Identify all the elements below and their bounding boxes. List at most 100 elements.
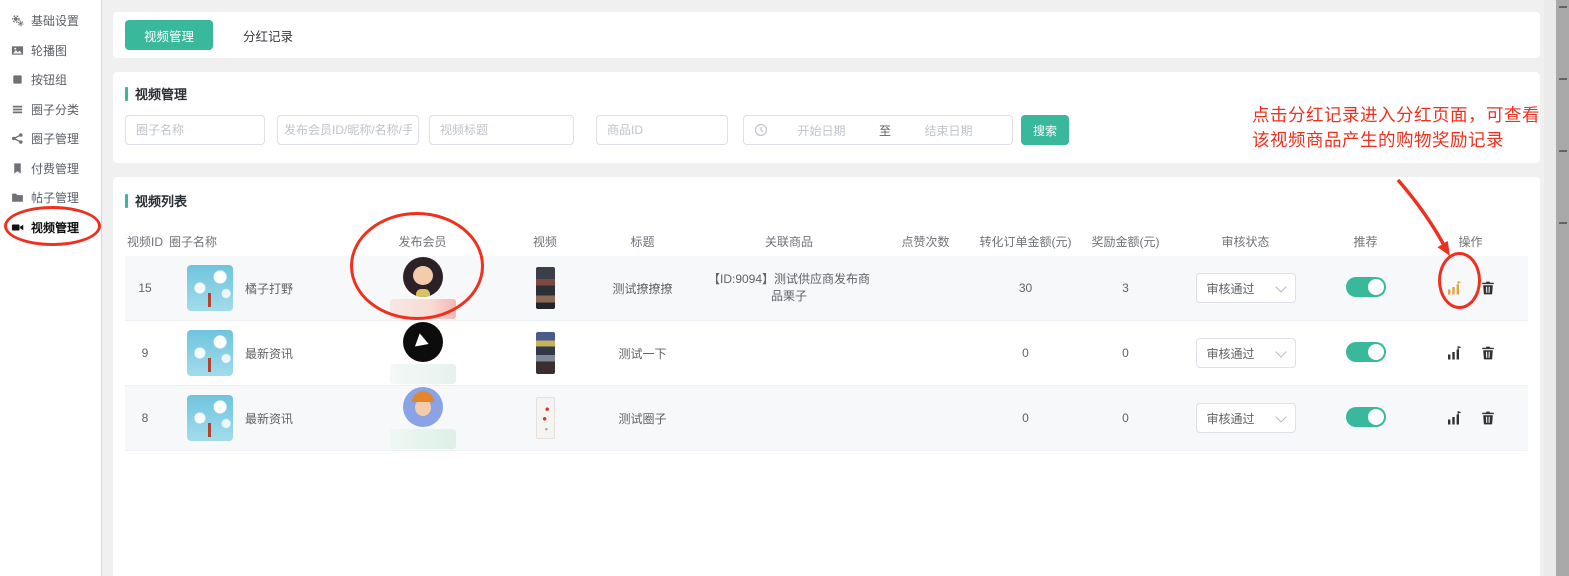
- main-content: 视频管理 分红记录 视频管理 开始日期 至 结束日期 搜索: [103, 0, 1569, 576]
- video-cell: [505, 397, 585, 439]
- product-id-input[interactable]: [596, 115, 728, 145]
- audit-status-select[interactable]: 审核通过: [1196, 338, 1296, 368]
- edge-tick: [1559, 78, 1567, 80]
- recommend-toggle[interactable]: [1346, 277, 1386, 297]
- dividend-chart-icon[interactable]: [1446, 345, 1462, 361]
- video-title-input[interactable]: [429, 115, 574, 145]
- chevron-down-icon: [1275, 281, 1286, 292]
- circle-cell: 最新资讯: [165, 395, 340, 441]
- col-audit-status: 审核状态: [1173, 233, 1318, 250]
- share-icon: [11, 132, 24, 145]
- sidebar-item-label: 付费管理: [31, 160, 79, 177]
- chevron-down-icon: [1275, 411, 1286, 422]
- square-icon: [11, 73, 24, 86]
- col-related-product: 关联商品: [700, 233, 878, 250]
- publisher-avatar: [403, 387, 443, 427]
- video-id-cell: 15: [125, 281, 165, 295]
- col-reward-amount: 奖励金额(元): [1078, 233, 1173, 250]
- col-actions: 操作: [1413, 233, 1528, 250]
- col-video: 视频: [505, 233, 585, 250]
- dividend-chart-icon[interactable]: [1446, 280, 1462, 296]
- clock-icon: [754, 123, 768, 137]
- list-section-title: 视频列表: [125, 191, 1528, 210]
- order-amount-cell: 0: [973, 411, 1078, 425]
- sidebar-item-post-manage[interactable]: 帖子管理: [0, 183, 101, 213]
- audit-status-value: 审核通过: [1207, 280, 1255, 297]
- sidebar-item-video-manage[interactable]: 视频管理: [0, 213, 101, 243]
- scrollbar[interactable]: [1544, 0, 1569, 576]
- publisher-name-redacted: [390, 299, 456, 319]
- sidebar-item-circle-category[interactable]: 圈子分类: [0, 95, 101, 125]
- date-range-picker[interactable]: 开始日期 至 结束日期: [743, 115, 1013, 145]
- circle-cell: 最新资讯: [165, 330, 340, 376]
- audit-status-cell: 审核通过: [1173, 273, 1318, 303]
- circle-name-input[interactable]: [125, 115, 265, 145]
- sidebar-item-label: 帖子管理: [31, 189, 79, 206]
- circle-thumbnail: [187, 330, 233, 376]
- sidebar-item-circle-manage[interactable]: 圈子管理: [0, 124, 101, 154]
- delete-trash-icon[interactable]: [1480, 410, 1496, 426]
- actions-cell: [1413, 280, 1528, 296]
- video-camera-icon: [11, 221, 24, 234]
- publisher-cell: [340, 257, 505, 319]
- recommend-cell: [1318, 407, 1413, 430]
- delete-trash-icon[interactable]: [1480, 345, 1496, 361]
- recommend-cell: [1318, 342, 1413, 365]
- publisher-avatar: [403, 322, 443, 362]
- tab-dividend-record[interactable]: 分红记录: [243, 26, 293, 45]
- video-list-panel: 视频列表 视频ID 圈子名称 发布会员 视频 标题 关联商品 点赞次数 转化订单…: [113, 177, 1540, 576]
- video-cell: [505, 267, 585, 309]
- bookmark-icon: [11, 162, 24, 175]
- recommend-cell: [1318, 277, 1413, 300]
- edge-tick: [1559, 150, 1567, 152]
- actions-cell: [1413, 410, 1528, 426]
- col-title: 标题: [585, 233, 700, 250]
- table-row: 15 橘子打野 测试撩撩撩 【ID:9094】测试供应商发布商品栗子 30 3: [125, 256, 1528, 321]
- recommend-toggle[interactable]: [1346, 407, 1386, 427]
- sidebar-item-label: 视频管理: [31, 219, 79, 236]
- scrollbar-track[interactable]: [1544, 0, 1556, 576]
- green-bar-icon: [125, 194, 128, 208]
- chevron-down-icon: [1275, 346, 1286, 357]
- sidebar-item-basic-settings[interactable]: 基础设置: [0, 6, 101, 36]
- circle-name-text: 橘子打野: [245, 280, 293, 297]
- sidebar-item-label: 轮播图: [31, 42, 67, 59]
- date-start-placeholder: 开始日期: [768, 122, 875, 139]
- table-row: 9 最新资讯 测试一下 0 0 审核通过: [125, 321, 1528, 386]
- audit-status-select[interactable]: 审核通过: [1196, 403, 1296, 433]
- sidebar-item-pay-manage[interactable]: 付费管理: [0, 154, 101, 184]
- sidebar-item-button-group[interactable]: 按钮组: [0, 65, 101, 95]
- audit-status-select[interactable]: 审核通过: [1196, 273, 1296, 303]
- sidebar-item-label: 圈子管理: [31, 130, 79, 147]
- sidebar-item-label: 按钮组: [31, 71, 67, 88]
- audit-status-value: 审核通过: [1207, 345, 1255, 362]
- video-id-cell: 8: [125, 411, 165, 425]
- audit-status-value: 审核通过: [1207, 410, 1255, 427]
- recommend-toggle[interactable]: [1346, 342, 1386, 362]
- member-input[interactable]: [277, 115, 419, 145]
- search-button[interactable]: 搜索: [1021, 115, 1069, 145]
- circle-thumbnail: [187, 395, 233, 441]
- dividend-chart-icon[interactable]: [1446, 410, 1462, 426]
- folder-icon: [11, 191, 24, 204]
- search-section-title-text: 视频管理: [135, 84, 187, 103]
- date-end-placeholder: 结束日期: [895, 122, 1002, 139]
- video-thumbnail[interactable]: [536, 332, 555, 374]
- col-order-amount: 转化订单金额(元): [973, 233, 1078, 250]
- publisher-name-redacted: [390, 429, 456, 449]
- video-thumbnail[interactable]: [536, 267, 555, 309]
- reward-amount-cell: 0: [1078, 346, 1173, 360]
- publisher-cell: [340, 387, 505, 449]
- filter-row: 开始日期 至 结束日期 搜索: [125, 115, 1528, 145]
- delete-trash-icon[interactable]: [1480, 280, 1496, 296]
- date-separator: 至: [875, 122, 895, 139]
- circle-thumbnail: [187, 265, 233, 311]
- audit-status-cell: 审核通过: [1173, 403, 1318, 433]
- publisher-avatar: [403, 257, 443, 297]
- publisher-cell: [340, 322, 505, 384]
- video-thumbnail[interactable]: [536, 397, 555, 439]
- sidebar-item-carousel[interactable]: 轮播图: [0, 36, 101, 66]
- tab-video-manage[interactable]: 视频管理: [125, 20, 213, 50]
- circle-cell: 橘子打野: [165, 265, 340, 311]
- video-id-cell: 9: [125, 346, 165, 360]
